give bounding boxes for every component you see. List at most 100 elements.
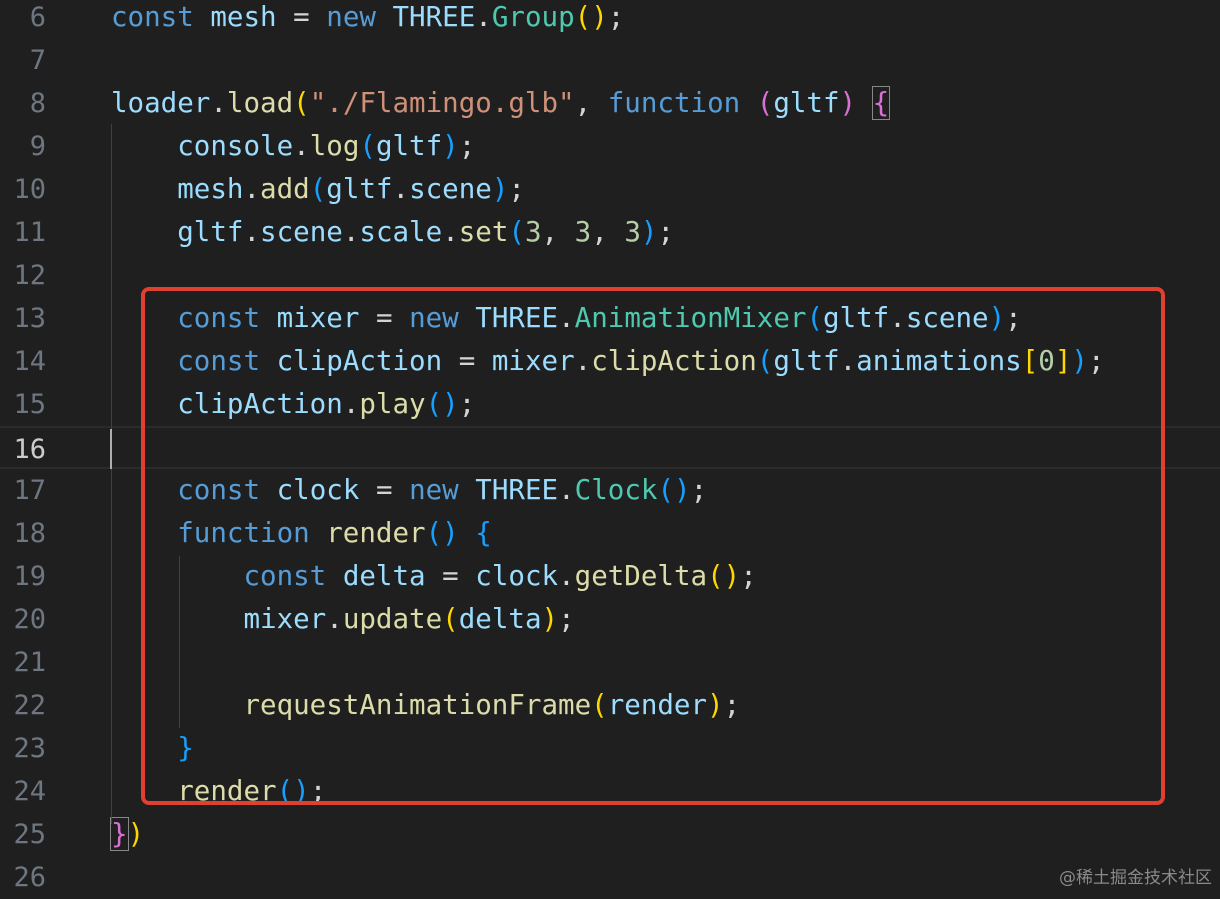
code-token: load [226, 87, 294, 119]
code-token: "./Flamingo.glb" [309, 87, 575, 119]
code-line[interactable]: 10 mesh.add(gltf.scene); [0, 168, 1220, 211]
code-token: , [591, 216, 625, 248]
line-number: 10 [13, 174, 46, 205]
code-line[interactable]: 26 [0, 856, 1220, 899]
code-line[interactable]: 6 const mesh = new THREE.Group(); [0, 0, 1220, 39]
code-token: ( [756, 87, 774, 119]
code-token: mesh [210, 1, 277, 33]
code-line[interactable]: 9 console.log(gltf); [0, 125, 1220, 168]
code-token: Group [491, 1, 575, 33]
code-token: ( [359, 130, 376, 162]
highlight-box [141, 287, 1165, 805]
code-token: scene [260, 216, 343, 248]
text-cursor [110, 429, 112, 469]
line-number: 12 [13, 260, 46, 291]
line-number: 22 [13, 690, 46, 721]
code-token: set [458, 216, 509, 248]
line-number: 8 [29, 88, 46, 119]
line-number: 11 [13, 217, 46, 248]
line-number: 20 [13, 604, 46, 635]
code-token: . [342, 216, 360, 248]
line-number: 23 [13, 733, 46, 764]
code-token: 3 [624, 216, 641, 248]
line-number: 18 [13, 518, 46, 549]
indent-guide-callback [111, 124, 112, 824]
code-token: scene [409, 173, 492, 205]
code-token: 3 [524, 216, 542, 248]
code-token: gltf [773, 87, 840, 119]
line-code: loader.load("./Flamingo.glb", function (… [111, 82, 891, 125]
code-token: . [392, 173, 410, 205]
line-number: 24 [13, 776, 46, 807]
code-token: ; [657, 216, 675, 248]
code-token: ) [491, 173, 509, 205]
line-number: 7 [29, 45, 46, 76]
code-token: { [871, 86, 891, 120]
code-token: , [541, 216, 575, 248]
line-number: 21 [13, 647, 46, 678]
line-code: const mesh = new THREE.Group(); [111, 0, 624, 39]
code-token: ) [640, 216, 658, 248]
code-token: . [475, 1, 492, 33]
code-token: loader [111, 87, 211, 119]
code-token: console [177, 130, 294, 162]
code-token: scale [359, 216, 443, 248]
code-line[interactable]: 25}) [0, 813, 1220, 856]
code-token: . [243, 216, 261, 248]
line-number: 6 [29, 2, 46, 33]
line-number: 26 [13, 862, 46, 893]
line-code: console.log(gltf); [111, 125, 475, 168]
code-token: . [243, 173, 261, 205]
code-line[interactable]: 8 loader.load("./Flamingo.glb", function … [0, 82, 1220, 125]
code-token: ; [607, 1, 625, 33]
line-number: 13 [13, 303, 46, 334]
line-code: }) [110, 813, 145, 856]
code-token: gltf [326, 173, 393, 205]
code-token: log [309, 130, 360, 162]
code-token: function [607, 87, 741, 119]
code-token: ( [309, 173, 327, 205]
line-code: mesh.add(gltf.scene); [111, 168, 525, 211]
code-token: ) [839, 87, 857, 119]
code-token: ( [508, 216, 525, 248]
code-token: ( [293, 87, 310, 119]
code-token: ) [127, 818, 145, 850]
code-token: () [574, 1, 608, 33]
line-number: 19 [13, 561, 46, 592]
code-token: , [574, 87, 608, 119]
code-token: . [210, 87, 227, 119]
code-token: = [276, 1, 327, 33]
code-token: 3 [574, 216, 592, 248]
line-code: gltf.scene.scale.set(3, 3, 3); [111, 211, 674, 254]
watermark: @稀土掘金技术社区 [1059, 868, 1212, 888]
code-token: ; [458, 130, 476, 162]
code-token: . [293, 130, 310, 162]
code-line[interactable]: 11 gltf.scene.scale.set(3, 3, 3); [0, 211, 1220, 254]
code-token: ) [442, 130, 459, 162]
code-token: ; [508, 173, 525, 205]
code-editor[interactable]: 6 const mesh = new THREE.Group(); 7 8 loader… [0, 0, 1220, 894]
line-number: 16 [13, 434, 46, 465]
line-number: 15 [13, 389, 46, 420]
code-token: add [260, 173, 310, 205]
code-token: } [110, 817, 129, 851]
line-number: 25 [13, 819, 46, 850]
line-number: 14 [13, 346, 46, 377]
line-number: 9 [29, 131, 46, 162]
code-token: new [326, 1, 376, 33]
code-token: gltf [177, 216, 244, 248]
code-token: const [111, 1, 194, 33]
code-token: THREE [392, 1, 476, 33]
line-number: 17 [13, 475, 46, 506]
code-token: gltf [375, 130, 443, 162]
code-line[interactable]: 7 [0, 39, 1220, 82]
code-token: mesh [177, 173, 244, 205]
code-token: . [442, 216, 459, 248]
